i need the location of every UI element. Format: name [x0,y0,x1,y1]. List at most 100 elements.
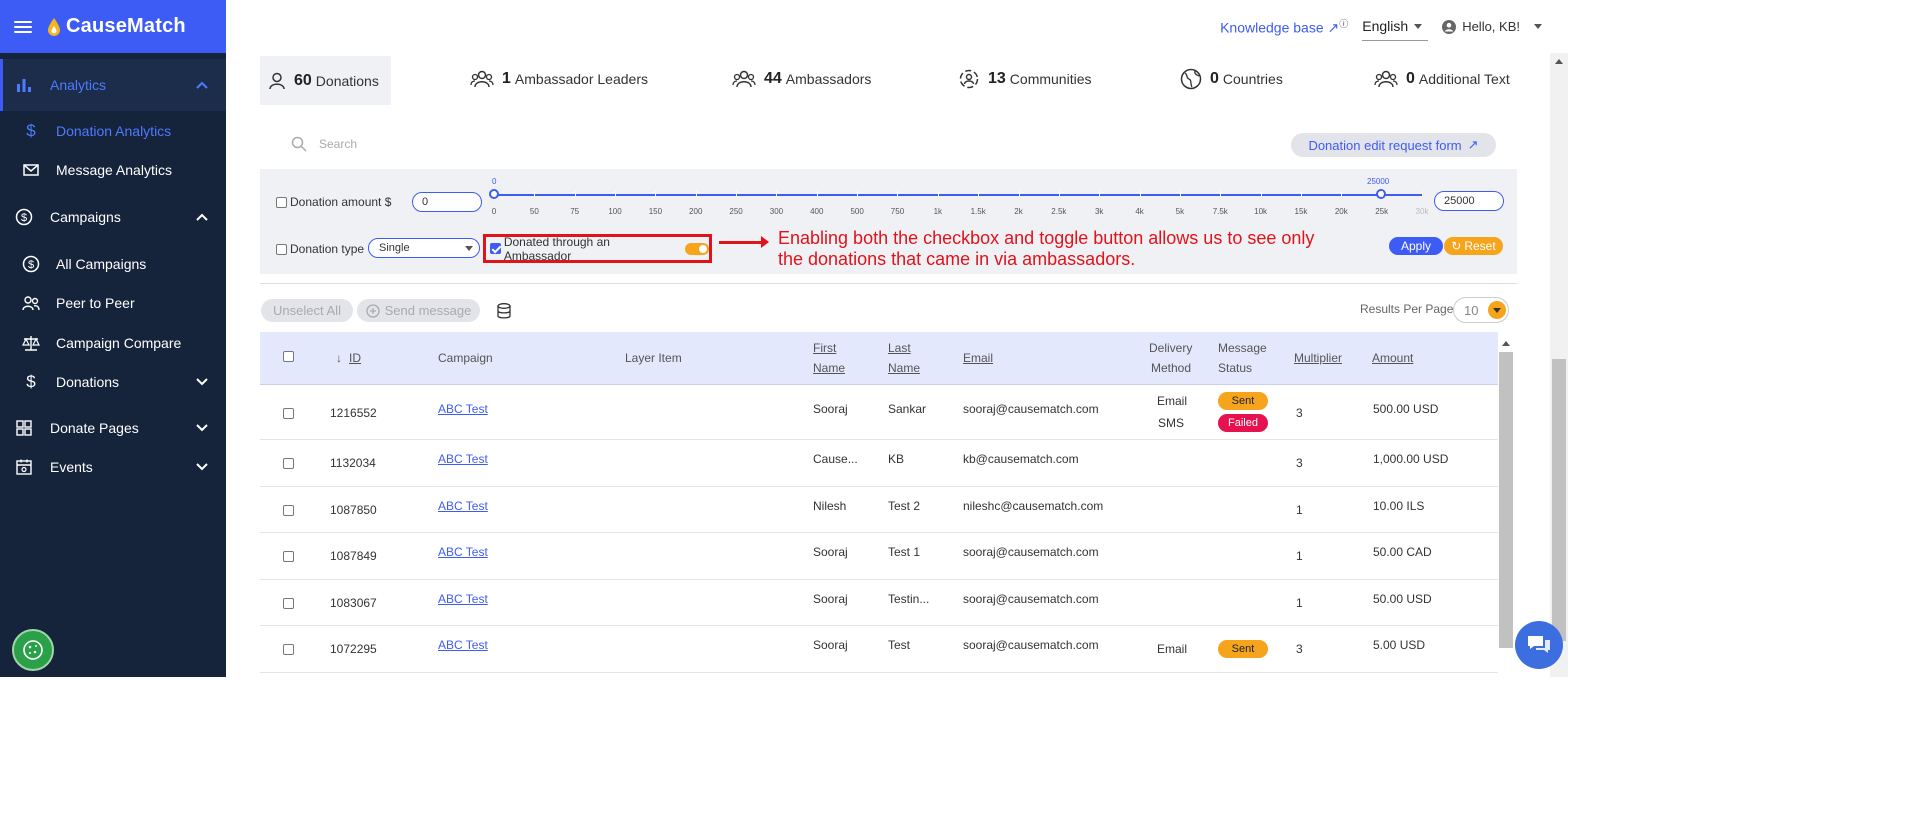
cell-email: kb@causematch.com [963,452,1079,466]
col-id[interactable]: ID [349,348,361,368]
col-last-name[interactable]: Last [888,338,911,358]
cell-campaign[interactable]: ABC Test [438,545,488,559]
amount-min-input[interactable]: 0 [412,192,482,212]
cell-amount: 50.00 CAD [1373,545,1432,559]
nav-events[interactable]: Events [0,454,226,480]
ambassador-filter[interactable]: Donated through an Ambassador [483,234,712,263]
logo[interactable]: CauseMatch [46,15,186,38]
stat-additional-text[interactable]: 0 Additional Text [1374,56,1510,102]
stat-countries[interactable]: 0 Countries [1180,56,1283,102]
slider-tick-mark [695,191,697,197]
row-checkbox[interactable] [283,458,294,469]
table-row[interactable]: 1216552 ABC Test Sooraj Sankar sooraj@causem… [260,385,1498,440]
slider-tick-mark [857,191,859,197]
page-scrollbar[interactable] [1550,53,1568,677]
table-scrollbar[interactable] [1497,336,1515,676]
reset-button[interactable]: ↻ Reset [1444,237,1503,255]
nav-donations[interactable]: $ Donations [0,363,226,403]
row-checkbox[interactable] [283,597,294,609]
slider-max-label: 25000 [1367,177,1390,186]
col-first-name-2[interactable]: Name [813,358,845,378]
scroll-up-icon[interactable] [1550,55,1568,67]
nav-message-analytics[interactable]: Message Analytics [0,151,226,191]
row-checkbox[interactable] [283,551,294,562]
stat-count: 44 [764,70,782,87]
col-last-name-2[interactable]: Name [888,358,920,378]
ambassador-toggle[interactable] [685,242,710,255]
ambassador-checkbox[interactable] [490,243,501,254]
nav-campaign-compare[interactable]: Campaign Compare [0,323,226,363]
select-all-checkbox[interactable] [283,351,294,362]
send-message-button[interactable]: Send message [357,299,480,322]
nav-campaigns[interactable]: $ Campaigns [0,190,226,244]
cell-campaign[interactable]: ABC Test [438,452,488,466]
scroll-up-icon[interactable] [1497,338,1515,348]
table-body: 1216552 ABC Test Sooraj Sankar sooraj@causem… [260,385,1498,673]
nav-analytics[interactable]: Analytics [0,59,226,111]
knowledge-base-link[interactable]: Knowledge base ↗ⓘ [1220,17,1348,37]
results-per-page-select[interactable]: 10 [1453,297,1509,323]
checkbox[interactable] [276,196,287,208]
group-icon [470,70,494,88]
amount-range-slider[interactable]: 0 25000 0 50 75 100 150 200 250 300 400 500 750 1k 1… [489,177,1428,216]
cell-id: 1132034 [330,456,376,470]
col-multiplier[interactable]: Multiplier [1294,348,1342,368]
checkbox[interactable] [276,243,287,255]
cell-campaign[interactable]: ABC Test [438,592,488,606]
cell-amount: 50.00 USD [1373,591,1432,606]
cell-campaign[interactable]: ABC Test [438,499,488,513]
chat-button[interactable] [1515,621,1563,669]
cell-id: 1083067 [330,595,377,610]
nav-donation-analytics[interactable]: $ Donation Analytics [0,111,226,151]
cell-last-name: Test [888,638,911,652]
slider-tick-mark [897,191,899,197]
amount-max-input[interactable]: 25000 [1434,191,1504,211]
unselect-all-button[interactable]: Unselect All [261,299,353,322]
user-menu[interactable]: Hello, KB! [1442,19,1542,34]
donation-amount-checkbox[interactable]: Donation amount $ [276,195,391,209]
col-amount[interactable]: Amount [1372,348,1413,368]
nav-donate-pages[interactable]: Donate Pages [0,402,226,454]
row-checkbox[interactable] [283,644,294,655]
cell-id: 1072295 [330,642,377,656]
cookie-settings-button[interactable] [12,629,54,671]
table-row[interactable]: 1087849 ABC Test Sooraj Test 1 sooraj@causem… [260,533,1498,580]
sort-arrow-icon[interactable]: ↓ [336,348,342,368]
send-message-icon [365,303,380,318]
stat-label: Donations [315,72,379,89]
stat-ambassador-leaders[interactable]: 1 Ambassador Leaders [470,56,648,102]
svg-text:$: $ [28,259,34,271]
apply-button[interactable]: Apply [1389,237,1443,255]
menu-icon[interactable] [14,20,32,33]
table-header: ↓ ID Campaign Layer Item First Name Last… [260,332,1498,385]
table-row[interactable]: 1132034 ABC Test Cause... KB kb@causematch.c… [260,440,1498,487]
nav-all-campaigns-label: All Campaigns [56,255,147,272]
external-link-icon: ↗ [1327,19,1340,36]
table-row[interactable]: 1072295 ABC Test Sooraj Test sooraj@causemat… [260,626,1498,673]
cell-campaign[interactable]: ABC Test [438,402,488,416]
row-checkbox[interactable] [283,504,294,516]
donation-edit-request-button[interactable]: Donation edit request form ↗ [1291,133,1496,157]
stat-communities[interactable]: 13 Communities [958,56,1092,102]
search-input[interactable]: Search [291,136,357,152]
donation-type-checkbox[interactable]: Donation type [276,242,364,256]
table-row[interactable]: 1087850 ABC Test Nilesh Test 2 nileshc@cause… [260,487,1498,533]
page-scroll-thumb[interactable] [1552,359,1566,641]
slider-tick-mark [816,191,818,197]
stat-ambassadors[interactable]: 44 Ambassadors [732,56,871,102]
cell-campaign[interactable]: ABC Test [438,638,488,652]
language-select[interactable]: English [1362,12,1429,41]
row-checkbox[interactable] [283,408,294,419]
stat-donations[interactable]: 60 Donations [260,56,391,105]
cell-delivery-method: Email [1157,394,1188,408]
nav-peer-to-peer[interactable]: Peer to Peer [0,284,226,324]
database-icon[interactable] [497,303,511,319]
col-first-name[interactable]: First [813,338,836,358]
table-scroll-thumb[interactable] [1499,352,1513,648]
nav-all-campaigns[interactable]: $ All Campaigns [0,244,226,284]
cell-first-name: Sooraj [813,545,848,559]
donation-type-select[interactable]: Single [368,238,480,258]
table-row[interactable]: 1083067 ABC Test Sooraj Testin... sooraj@cau… [260,580,1498,626]
logo-text: CauseMatch [66,15,186,37]
col-email[interactable]: Email [963,348,993,368]
